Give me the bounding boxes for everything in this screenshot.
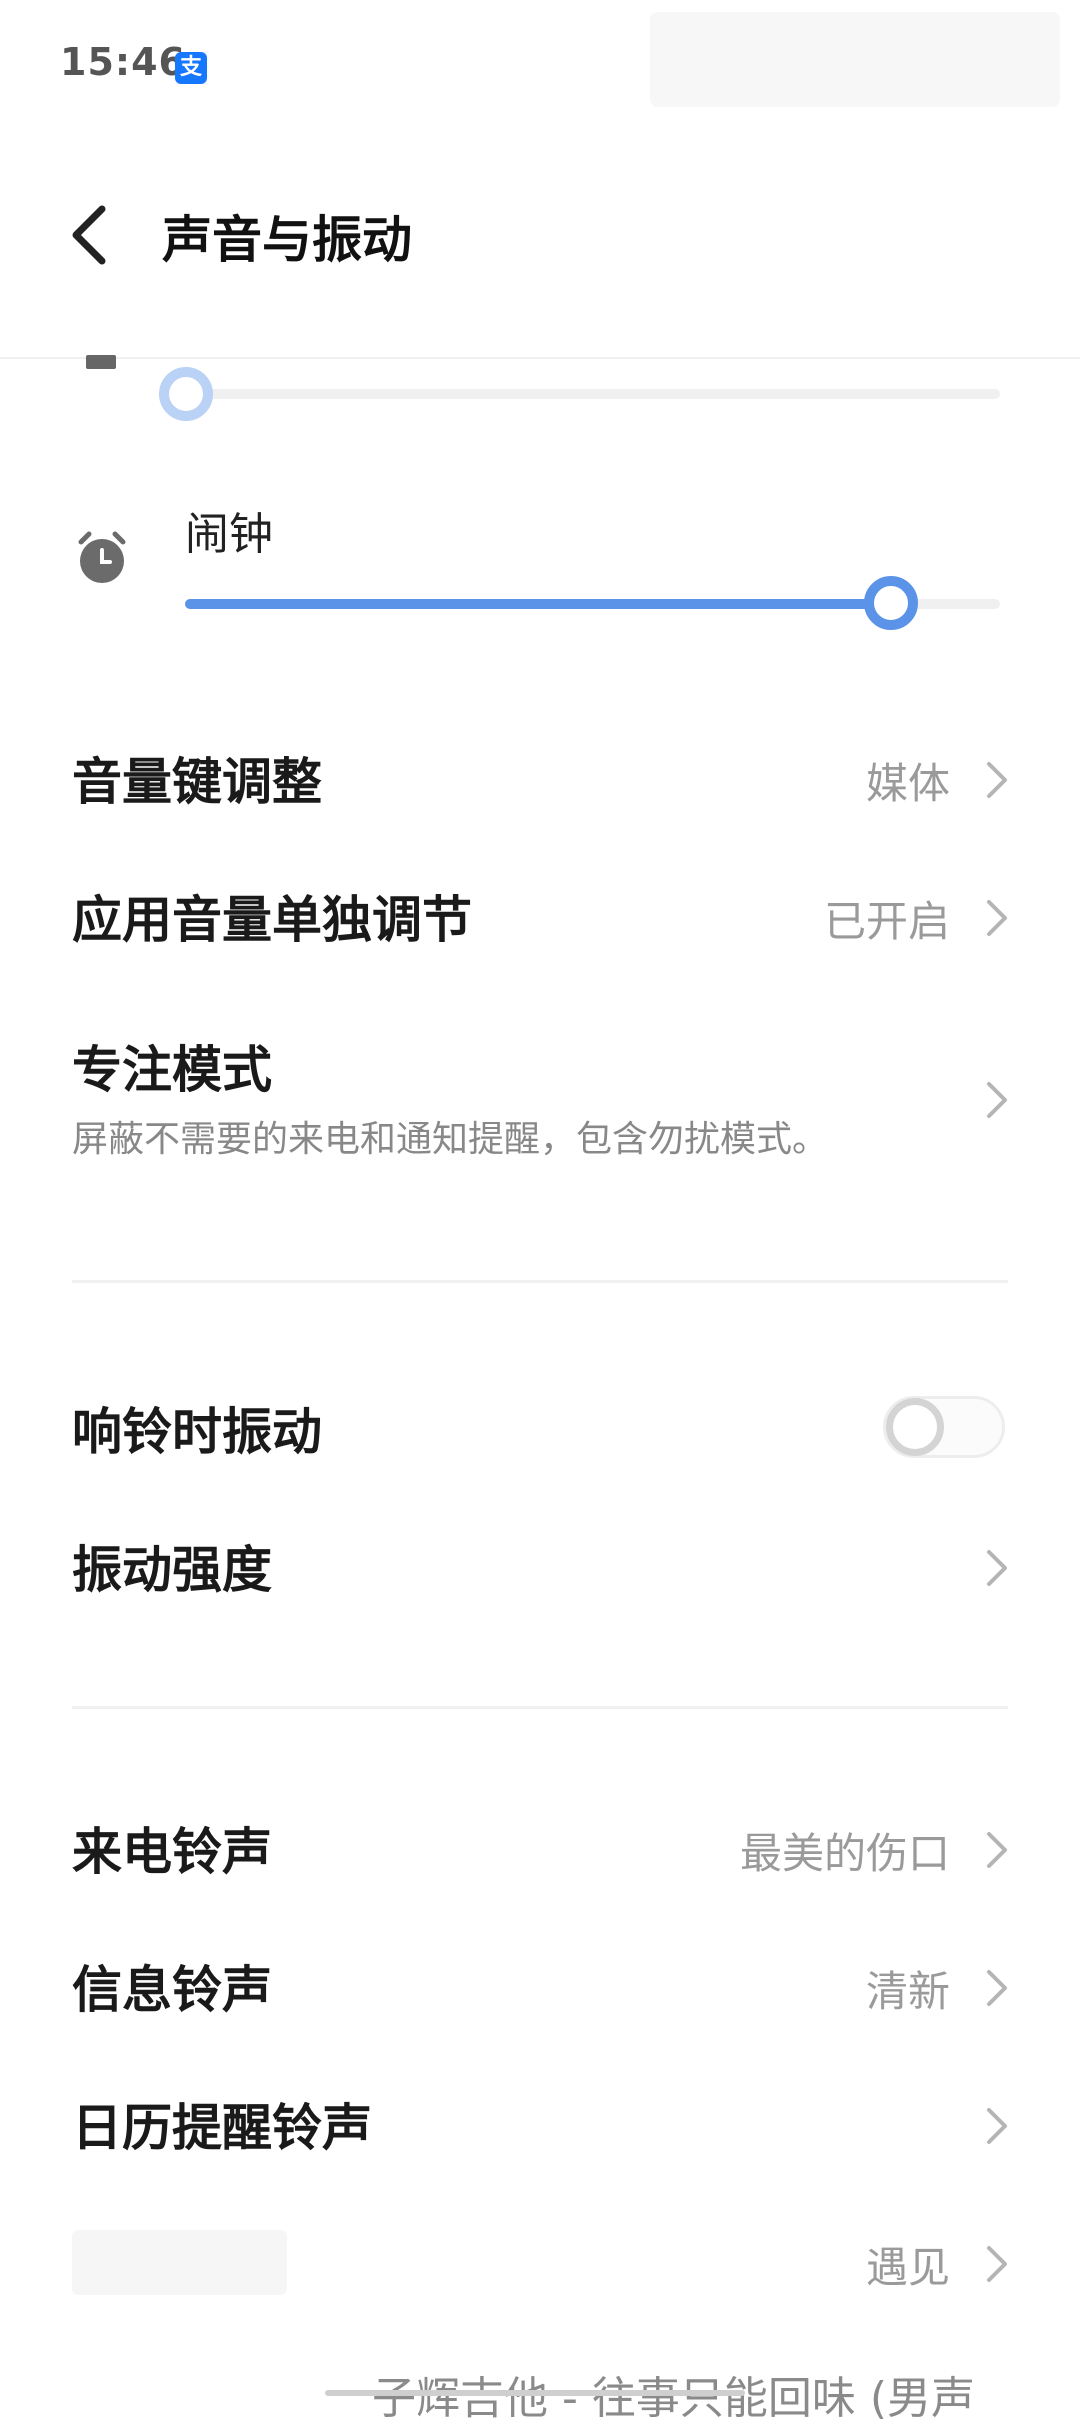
row-focus-mode[interactable]: 专注模式 屏蔽不需要的来电和通知提醒，包含勿扰模式。 [0,1030,1080,1170]
row-app-volume[interactable]: 应用音量单独调节 已开启 [0,868,1080,968]
row-title: 日历提醒铃声 [72,2099,372,2157]
page-title: 声音与振动 [162,211,412,269]
row-value: 遇见 [865,2243,950,2292]
vibrate-toggle[interactable] [883,1396,1005,1458]
row-message-tone[interactable]: 信息铃声 清新 [0,1938,1080,2038]
row-title: 响铃时振动 [72,1403,322,1461]
row-value: 媒体 [865,759,950,808]
row-ringtone[interactable]: 来电铃声 最美的伤口 [0,1800,1080,1900]
row-title: 振动强度 [72,1541,272,1599]
row-value: 清新 [865,1967,950,2016]
row-title: 应用音量单独调节 [72,891,472,949]
row-subtitle: 屏蔽不需要的来电和通知提醒，包含勿扰模式。 [72,1119,829,1160]
header-divider [0,357,1080,359]
row-title: 专注模式 [72,1041,272,1099]
chevron-left-icon [72,205,106,265]
row-calendar-tone[interactable]: 日历提醒铃声 [0,2076,1080,2176]
chevron-right-icon [987,2108,1007,2144]
section-divider [72,1706,1008,1709]
row-title: 音量键调整 [72,753,322,811]
status-time: 15:46 [60,40,186,84]
alipay-notification-icon: 支 [175,52,207,84]
chevron-right-icon [987,762,1007,798]
row-title: 来电铃声 [72,1823,272,1881]
row-value: 最美的伤口 [739,1829,950,1878]
volume-slider-track[interactable] [185,389,1000,399]
row-title: 信息铃声 [72,1961,272,2019]
status-icons-blurred [650,12,1060,107]
back-button[interactable] [60,195,120,275]
chevron-right-icon [987,1970,1007,2006]
volume-icon-partial [86,355,116,369]
alarm-label: 闹钟 [185,509,273,560]
chevron-right-icon [987,1832,1007,1868]
row-vibration-strength[interactable]: 振动强度 [0,1518,1080,1618]
volume-slider-thumb[interactable] [159,367,213,421]
alarm-clock-icon [75,528,129,586]
chevron-right-icon [987,1082,1007,1118]
chevron-right-icon [987,1550,1007,1586]
row-value: 已开启 [823,897,950,946]
alarm-slider-thumb[interactable] [864,576,918,630]
section-divider [72,1280,1008,1283]
toggle-knob [886,1398,944,1456]
blurred-row-label [72,2230,287,2295]
row-volume-keys[interactable]: 音量键调整 媒体 [0,730,1080,830]
chevron-right-icon [987,900,1007,936]
chevron-right-icon [987,2246,1007,2282]
home-indicator[interactable] [325,2390,745,2396]
alarm-slider-fill [185,599,891,609]
